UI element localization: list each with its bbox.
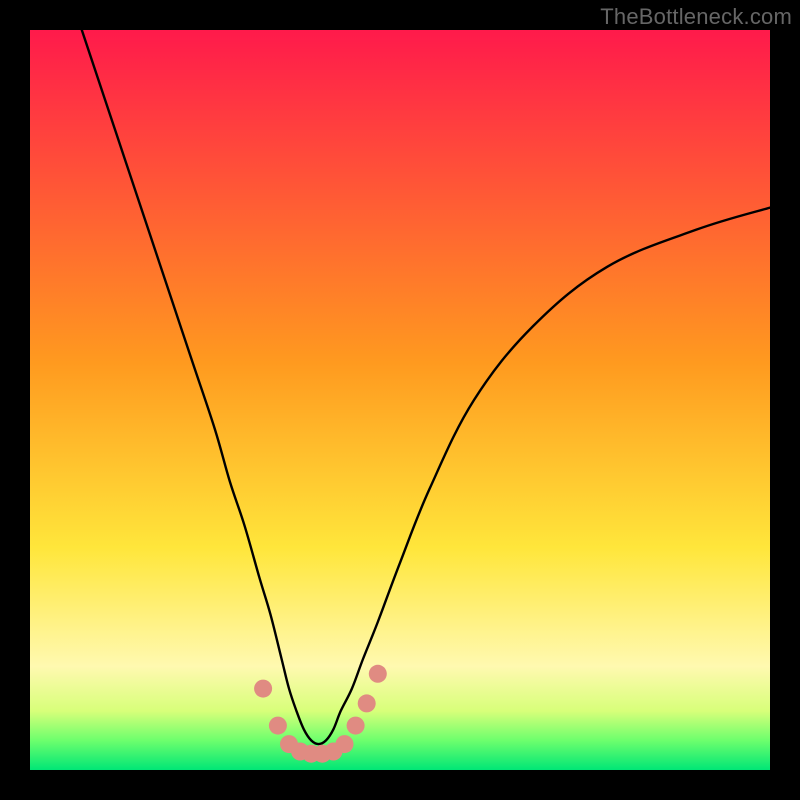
highlight-point (358, 694, 376, 712)
highlight-point (369, 665, 387, 683)
plot-area (30, 30, 770, 770)
highlight-point (336, 735, 354, 753)
watermark-text: TheBottleneck.com (600, 4, 792, 30)
chart-svg (30, 30, 770, 770)
highlight-point (269, 717, 287, 735)
chart-frame: TheBottleneck.com (0, 0, 800, 800)
highlight-point (347, 717, 365, 735)
highlight-point (254, 680, 272, 698)
